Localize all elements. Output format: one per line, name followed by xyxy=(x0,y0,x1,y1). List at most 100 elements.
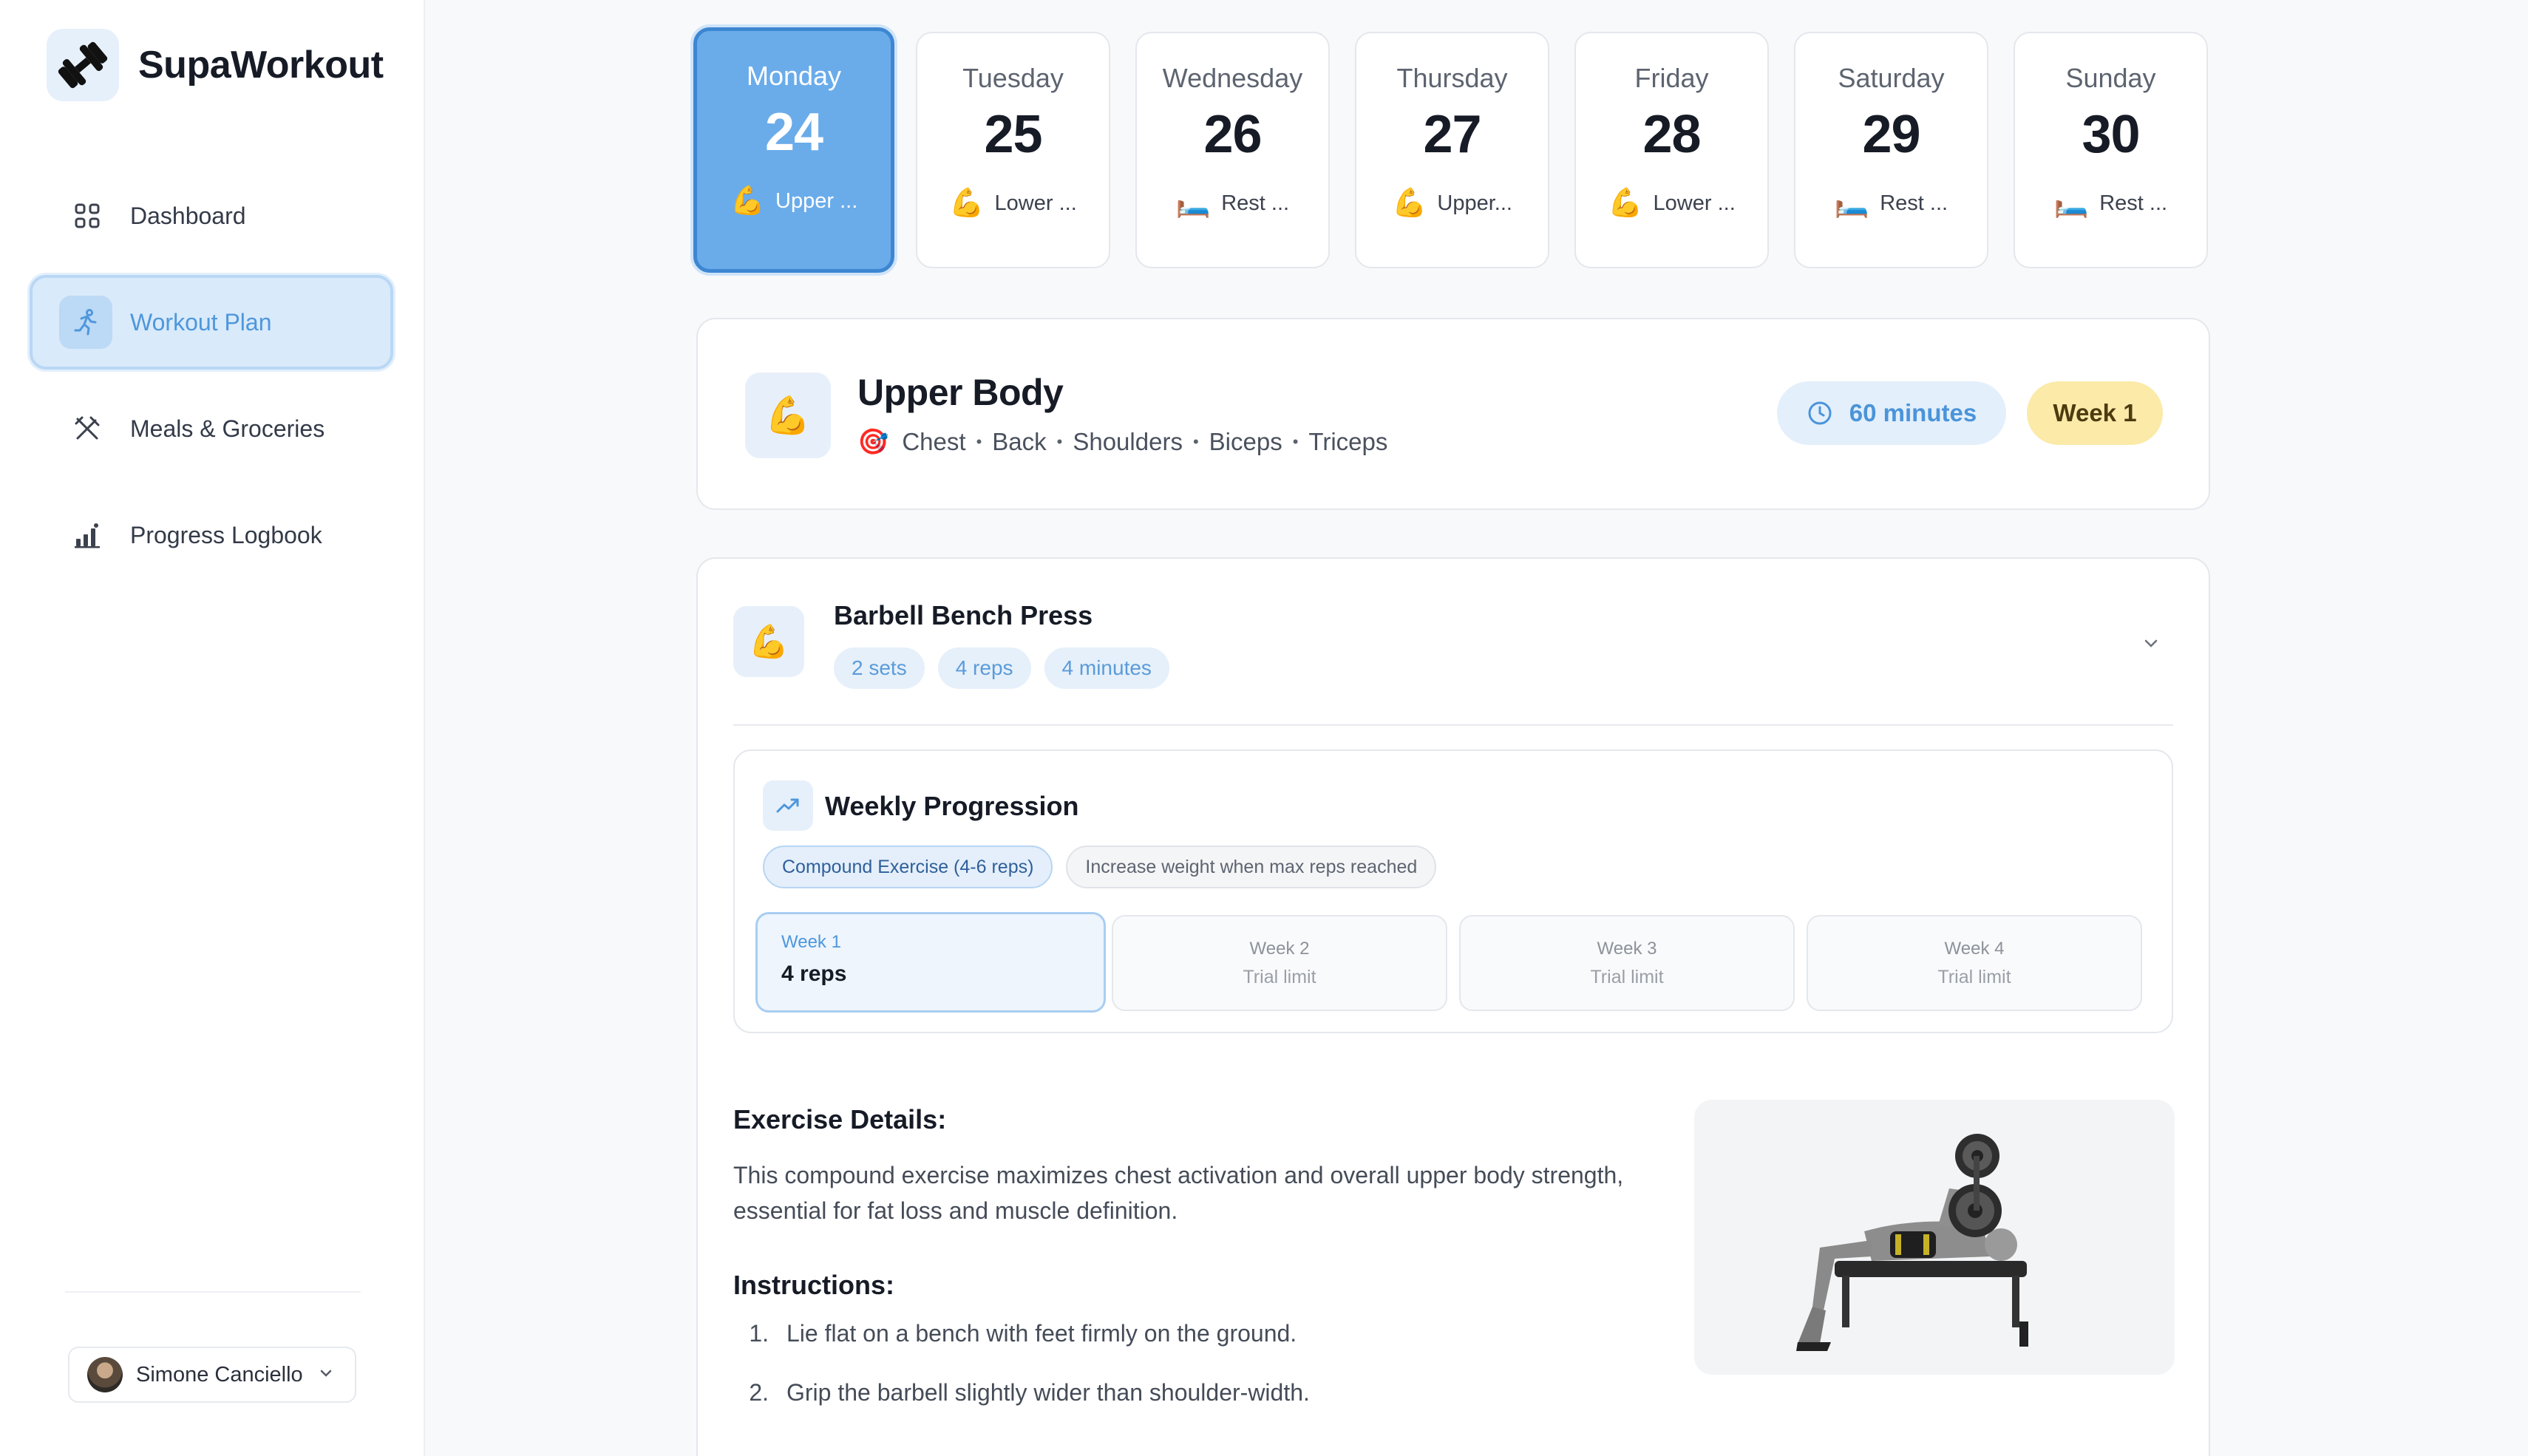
day-workout-label: 🛏️ Rest ... xyxy=(2053,188,2168,219)
day-name: Friday xyxy=(1634,63,1709,93)
day-name: Wednesday xyxy=(1162,63,1303,93)
day-number: 27 xyxy=(1423,105,1481,164)
week-label: Week 4 xyxy=(1944,939,2005,959)
week-target: Trial limit xyxy=(1243,967,1316,987)
details-text: This compound exercise maximizes chest a… xyxy=(733,1162,1624,1224)
clock-icon xyxy=(1808,401,1832,425)
flexed-biceps-icon: 💪 xyxy=(1608,188,1643,219)
day-card-thursday[interactable]: Thursday 27 💪 Upper... xyxy=(1355,32,1549,268)
target-icon: 🎯 xyxy=(857,428,889,456)
avatar xyxy=(87,1357,123,1392)
week-tab-3[interactable]: Week 3 Trial limit xyxy=(1459,915,1795,1011)
week-badge: Week 1 xyxy=(2027,381,2163,445)
duration-badge: 60 minutes xyxy=(1777,381,2006,445)
user-name: Simone Canciello xyxy=(136,1362,303,1387)
day-workout-label: 💪 Lower ... xyxy=(949,188,1077,219)
progression-title: Weekly Progression xyxy=(825,791,1079,821)
day-card-tuesday[interactable]: Tuesday 25 💪 Lower ... xyxy=(916,32,1110,268)
day-workout-label: 💪 Lower ... xyxy=(1608,188,1736,219)
sidebar-item-meals-groceries[interactable]: Meals & Groceries xyxy=(30,381,393,476)
reps-chip: 4 reps xyxy=(937,647,1031,689)
muscle-group: Biceps xyxy=(1209,428,1282,455)
muscle-groups: 🎯 Chest • Back • Shoulders • Biceps • Tr… xyxy=(857,428,1388,456)
muscle-group: Chest xyxy=(902,428,966,455)
user-menu-button[interactable]: Simone Canciello xyxy=(68,1347,356,1403)
chevron-down-icon xyxy=(318,1365,334,1385)
flexed-biceps-icon: 💪 xyxy=(733,606,804,677)
week-tabs: Week 1 4 reps Week 2 Trial limit Week 3 … xyxy=(755,912,2154,1013)
day-number: 26 xyxy=(1203,105,1262,164)
sidebar-item-progress-logbook[interactable]: Progress Logbook xyxy=(30,488,393,582)
flexed-biceps-icon: 💪 xyxy=(745,372,831,458)
app-name: SupaWorkout xyxy=(138,44,384,86)
sidebar-item-label: Dashboard xyxy=(130,202,246,229)
instruction-item: 1. Lie flat on a bench with feet firmly … xyxy=(749,1320,1297,1347)
day-card-friday[interactable]: Friday 28 💪 Lower ... xyxy=(1574,32,1769,268)
sidebar-item-workout-plan[interactable]: Workout Plan xyxy=(30,275,393,370)
day-name: Thursday xyxy=(1396,63,1508,93)
instructions-list: 1. Lie flat on a bench with feet firmly … xyxy=(727,1320,1310,1438)
day-number: 30 xyxy=(2082,105,2140,164)
week-label: Week 2 xyxy=(1249,939,1310,959)
day-workout-label: 💪 Upper... xyxy=(1392,188,1512,219)
exercise-type-tag: Compound Exercise (4-6 reps) xyxy=(763,846,1053,888)
brand[interactable]: SupaWorkout xyxy=(47,29,384,101)
sidebar-item-label: Meals & Groceries xyxy=(130,415,325,442)
instruction-item: 2. Grip the barbell slightly wider than … xyxy=(749,1379,1310,1406)
day-selector: Monday 24 💪 Upper ... Tuesday 25 💪 Lower… xyxy=(693,27,2210,273)
day-workout-label: 🛏️ Rest ... xyxy=(1834,188,1948,219)
workout-title: Upper Body xyxy=(857,372,1064,413)
bed-icon: 🛏️ xyxy=(1175,188,1212,219)
day-name: Monday xyxy=(746,61,842,91)
exercise-title: Barbell Bench Press xyxy=(834,600,1093,630)
progression-rule-tag: Increase weight when max reps reached xyxy=(1066,846,1437,888)
bar-chart-icon xyxy=(71,519,103,551)
week-tab-2[interactable]: Week 2 Trial limit xyxy=(1112,915,1447,1011)
duration-chip: 4 minutes xyxy=(1044,647,1169,689)
exercise-stats: 2 sets 4 reps 4 minutes xyxy=(834,647,1183,689)
day-number: 25 xyxy=(984,105,1042,164)
running-person-icon xyxy=(59,296,112,349)
week-label: Week 3 xyxy=(1597,939,1657,959)
sidebar-nav: Dashboard Workout Plan Meals & Groceries… xyxy=(30,169,393,594)
muscle-group: Triceps xyxy=(1308,428,1388,455)
day-card-wednesday[interactable]: Wednesday 26 🛏️ Rest ... xyxy=(1135,32,1330,268)
week-target: 4 reps xyxy=(781,962,847,986)
day-name: Saturday xyxy=(1838,63,1945,93)
day-number: 29 xyxy=(1862,105,1920,164)
week-tab-1[interactable]: Week 1 4 reps xyxy=(755,912,1106,1013)
exercise-illustration xyxy=(1694,1100,2175,1375)
day-name: Tuesday xyxy=(962,63,1064,93)
week-target: Trial limit xyxy=(1590,967,1664,987)
flexed-biceps-icon: 💪 xyxy=(949,188,985,219)
instructions-heading: Instructions: xyxy=(733,1270,895,1300)
flexed-biceps-icon: 💪 xyxy=(1392,188,1427,219)
day-card-sunday[interactable]: Sunday 30 🛏️ Rest ... xyxy=(2014,32,2208,268)
day-workout-label: 🛏️ Rest ... xyxy=(1175,188,1290,219)
day-name: Sunday xyxy=(2065,63,2156,93)
grid-icon xyxy=(71,200,103,232)
dumbbell-logo-icon xyxy=(47,29,119,101)
day-card-monday[interactable]: Monday 24 💪 Upper ... xyxy=(693,27,894,273)
details-heading: Exercise Details: xyxy=(733,1104,947,1134)
sidebar-divider xyxy=(65,1291,361,1293)
day-card-saturday[interactable]: Saturday 29 🛏️ Rest ... xyxy=(1794,32,1988,268)
day-number: 28 xyxy=(1642,105,1701,164)
divider xyxy=(733,724,2173,726)
flexed-biceps-icon: 💪 xyxy=(730,186,766,217)
muscle-group: Shoulders xyxy=(1073,428,1183,455)
week-tab-4[interactable]: Week 4 Trial limit xyxy=(1807,915,2142,1011)
exercise-card: 💪 Barbell Bench Press 2 sets 4 reps 4 mi… xyxy=(696,557,2210,1456)
progression-tags: Compound Exercise (4-6 reps) Increase we… xyxy=(763,846,1437,888)
sets-chip: 2 sets xyxy=(834,647,925,689)
day-number: 24 xyxy=(764,103,823,162)
bed-icon: 🛏️ xyxy=(1834,188,1870,219)
sidebar: SupaWorkout Dashboard Workout Plan Meals… xyxy=(0,0,425,1456)
day-workout-label: 💪 Upper ... xyxy=(730,186,858,217)
sidebar-item-dashboard[interactable]: Dashboard xyxy=(30,169,393,263)
muscle-group: Back xyxy=(992,428,1047,455)
collapse-toggle-chevron-icon[interactable] xyxy=(2141,633,2161,657)
week-target: Trial limit xyxy=(1937,967,2011,987)
weekly-progression-panel: Weekly Progression Compound Exercise (4-… xyxy=(733,749,2173,1033)
sidebar-item-label: Progress Logbook xyxy=(130,521,322,548)
